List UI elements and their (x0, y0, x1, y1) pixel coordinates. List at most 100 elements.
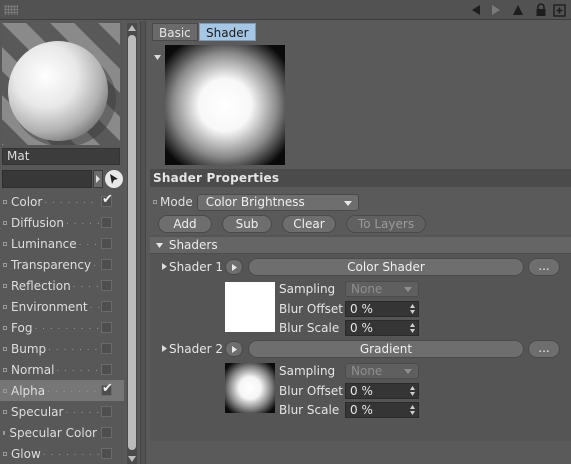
channel-item[interactable]: Luminance. . . . . . . . . . . . . . . (0, 233, 124, 254)
sub-button[interactable]: Sub (222, 215, 272, 233)
shader-2-sampling-dropdown[interactable]: None (345, 363, 419, 379)
mode-dropdown[interactable]: Color Brightness (196, 193, 359, 211)
scroll-down-arrow-icon[interactable] (127, 454, 137, 464)
expand-triangle-icon[interactable] (162, 263, 167, 270)
top-toolbar (0, 0, 571, 20)
shader-2-sampling-value: None (351, 364, 383, 378)
channel-checkbox[interactable] (101, 217, 112, 228)
spinner-arrows-icon[interactable] (410, 304, 415, 314)
shader-1-button[interactable]: Color Shader (248, 258, 524, 276)
dot-leader: . . . . . . . . . . . . . . . (65, 406, 99, 416)
animation-dot-icon (3, 346, 7, 351)
shader-1-blur-scale-label: Blur Scale (279, 321, 340, 335)
new-window-icon[interactable] (551, 2, 567, 18)
chevron-right-icon (231, 345, 237, 353)
scroll-thumb[interactable] (128, 35, 136, 450)
channel-item[interactable]: Transparency. . . . . . . . . . . . . . … (0, 254, 124, 275)
channel-label: Normal (11, 362, 55, 377)
collapse-triangle-icon (156, 243, 163, 248)
forward-arrow-icon[interactable] (488, 2, 504, 18)
channel-checkbox[interactable] (101, 301, 112, 312)
channel-scrollbar[interactable] (127, 23, 137, 464)
channel-checkbox[interactable] (101, 343, 112, 354)
shader-1-more-button[interactable]: ... (528, 258, 560, 276)
channel-item[interactable]: Glow. . . . . . . . . . . . . . . (0, 443, 124, 464)
channel-item[interactable]: Environment. . . . . . . . . . . . . . . (0, 296, 124, 317)
channel-checkbox[interactable]: ✔ (101, 193, 113, 207)
clear-button[interactable]: Clear (282, 215, 336, 233)
channel-checkbox[interactable] (101, 259, 112, 270)
channel-item[interactable]: Fog. . . . . . . . . . . . . . . (0, 317, 124, 338)
channel-item[interactable]: Diffusion. . . . . . . . . . . . . . . (0, 212, 124, 233)
channel-checkbox[interactable] (101, 322, 112, 333)
shader-1-sampling-value: None (351, 282, 383, 296)
to-layers-button[interactable]: To Layers (346, 215, 426, 233)
shader-1-sampling-label: Sampling (279, 282, 336, 296)
shader-1-label: Shader 1 (169, 260, 223, 274)
channel-item[interactable]: Reflection. . . . . . . . . . . . . . . (0, 275, 124, 296)
chevron-down-icon (404, 369, 412, 374)
shader-row-1: Shader 1 Color Shader ... (150, 258, 571, 276)
dot-leader: . . . . . . . . . . . . . . . (44, 196, 99, 206)
material-link-field[interactable] (2, 170, 92, 188)
animation-dot-icon (3, 262, 7, 267)
channel-item[interactable]: Normal. . . . . . . . . . . . . . . (0, 359, 124, 380)
lock-icon[interactable] (533, 2, 549, 18)
shader-1-sampling-dropdown[interactable]: None (345, 281, 419, 297)
shader-2-more-button[interactable]: ... (528, 340, 560, 358)
up-arrow-icon[interactable] (510, 2, 526, 18)
channel-item[interactable]: Specular. . . . . . . . . . . . . . . (0, 401, 124, 422)
spinner-arrows-icon[interactable] (410, 323, 415, 333)
material-name[interactable]: Mat (2, 148, 120, 165)
mode-row: Mode Color Brightness (150, 193, 359, 211)
checkmark-icon: ✔ (102, 381, 113, 396)
scroll-up-arrow-icon[interactable] (127, 23, 137, 33)
channel-checkbox[interactable] (101, 280, 112, 291)
tab-basic[interactable]: Basic (152, 23, 198, 41)
channel-label: Transparency (11, 257, 92, 272)
channel-checkbox[interactable] (101, 364, 112, 375)
tab-shader[interactable]: Shader (199, 23, 256, 41)
preview-menu-arrow-icon[interactable] (154, 49, 161, 63)
shader-2-blur-offset-field[interactable]: 0 % (345, 383, 419, 399)
shader-1-blur-offset-field[interactable]: 0 % (345, 301, 419, 317)
shaders-header[interactable]: Shaders (150, 237, 571, 254)
grip-icon[interactable] (4, 5, 18, 15)
channel-label: Specular (11, 404, 64, 419)
channel-item[interactable]: Specular Color. . . . . . . . . . . . . … (0, 422, 124, 443)
channel-label: Color (11, 194, 43, 209)
spinner-arrows-icon[interactable] (410, 386, 415, 396)
mode-dropdown-value: Color Brightness (205, 194, 305, 209)
expand-triangle-icon[interactable] (162, 345, 167, 352)
shader-1-menu-button[interactable] (225, 259, 243, 275)
shader-row-2: Shader 2 Gradient ... (150, 340, 571, 358)
channel-item[interactable]: Bump. . . . . . . . . . . . . . . (0, 338, 124, 359)
shader-2-blur-scale-field[interactable]: 0 % (345, 402, 419, 418)
channel-checkbox[interactable] (101, 238, 112, 249)
dot-leader: . . . . . . . . . . . . . . . (47, 385, 99, 395)
add-button[interactable]: Add (158, 215, 212, 233)
channel-checkbox[interactable] (101, 406, 112, 417)
animation-dot-icon (3, 199, 7, 204)
shader-2-button[interactable]: Gradient (248, 340, 524, 358)
dot-leader: . . . . . . . . . . . . . . . (89, 301, 99, 311)
animation-dot-icon (3, 325, 7, 330)
channel-item[interactable]: Alpha. . . . . . . . . . . . . . .✔ (0, 380, 124, 401)
animation-dot-icon[interactable] (153, 200, 157, 204)
animation-dot-icon (3, 283, 7, 288)
chevron-down-icon (404, 287, 412, 292)
dot-leader: . . . . . . . . . . . . . . . (48, 343, 99, 353)
shader-2-menu-button[interactable] (225, 341, 243, 357)
shader-1-blur-scale-field[interactable]: 0 % (345, 320, 419, 336)
channel-label: Bump (11, 341, 47, 356)
channel-checkbox[interactable] (101, 448, 112, 459)
animation-dot-icon (3, 220, 7, 225)
pick-cursor-icon[interactable] (105, 170, 123, 188)
channel-checkbox[interactable]: ✔ (101, 381, 113, 396)
spinner-arrows-icon[interactable] (410, 405, 415, 415)
channel-checkbox[interactable] (101, 427, 112, 438)
material-preview[interactable] (2, 23, 120, 145)
material-link-menu-button[interactable] (93, 170, 103, 188)
channel-item[interactable]: Color. . . . . . . . . . . . . . .✔ (0, 191, 124, 212)
back-arrow-icon[interactable] (468, 2, 484, 18)
